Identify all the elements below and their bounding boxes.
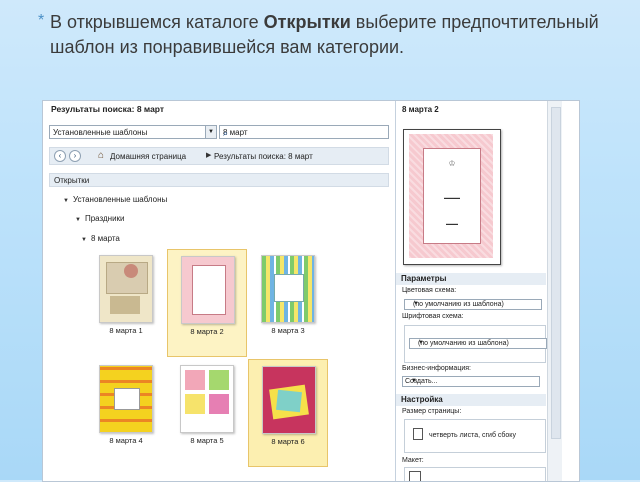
layout-icon bbox=[409, 471, 421, 481]
template-large-preview: ♔ ▬▬▬▬ ▬▬▬ bbox=[403, 129, 501, 265]
page-size-option[interactable]: четверть листа, сгиб сбоку bbox=[404, 419, 546, 453]
crown-icon: ♔ bbox=[448, 159, 456, 168]
slide-bullet: * В открывшемся каталоге Открытки выбери… bbox=[38, 10, 610, 60]
publisher-screenshot: Результаты поиска: 8 март Установленные … bbox=[42, 100, 580, 482]
template-caption-5: 8 марта 5 bbox=[190, 436, 224, 445]
template-thumb-3[interactable]: 8 марта 3 bbox=[248, 249, 328, 357]
search-icon[interactable]: ⌕ bbox=[223, 128, 386, 139]
breadcrumb-separator-icon: ▶ bbox=[206, 152, 212, 159]
scrollbar-thumb[interactable] bbox=[551, 107, 561, 439]
chevron-down-icon: ▼ bbox=[411, 378, 417, 384]
business-info-select[interactable]: Создать... ▼ bbox=[402, 376, 540, 387]
template-thumb-5[interactable]: 8 марта 5 bbox=[167, 359, 247, 467]
template-caption-4: 8 марта 4 bbox=[109, 436, 143, 445]
chevron-down-icon[interactable]: ▼ bbox=[205, 126, 216, 138]
color-scheme-label: Цветовая схема: bbox=[402, 287, 457, 294]
breadcrumb-results: Результаты поиска: 8 март bbox=[214, 152, 313, 161]
tree-expand-icon: ▼ bbox=[81, 237, 87, 243]
page-size-value: четверть листа, сгиб сбоку bbox=[429, 432, 516, 439]
template-thumb-1[interactable]: 8 марта 1 bbox=[86, 249, 166, 357]
tree-expand-icon: ▼ bbox=[75, 217, 81, 223]
template-caption-2: 8 марта 2 bbox=[190, 327, 224, 336]
category-bar[interactable]: Открытки bbox=[49, 173, 389, 187]
template-preview-6 bbox=[262, 366, 316, 434]
font-scheme-box: (по умолчанию из шаблона) ▼ bbox=[404, 325, 547, 363]
results-title: Результаты поиска: 8 март bbox=[51, 104, 165, 114]
navigation-bar: ‹ › ⌂ Домашняя страница ▶ Результаты пои… bbox=[49, 147, 389, 165]
template-thumb-4[interactable]: 8 марта 4 bbox=[86, 359, 166, 467]
back-button[interactable]: ‹ bbox=[54, 150, 66, 162]
font-scheme-label: Шрифтовая схема: bbox=[402, 313, 464, 320]
template-preview-5 bbox=[180, 365, 234, 433]
breadcrumb-home[interactable]: Домашняя страница bbox=[110, 152, 186, 161]
layout-label: Макет: bbox=[402, 457, 424, 464]
chevron-down-icon: ▼ bbox=[413, 301, 419, 307]
template-thumb-2[interactable]: 8 марта 2 bbox=[167, 249, 247, 357]
page-icon bbox=[413, 428, 423, 440]
search-input[interactable]: 8 март ⌕ bbox=[219, 125, 389, 139]
templates-combo[interactable]: Установленные шаблоны ▼ bbox=[49, 125, 217, 139]
settings-header: Настройка bbox=[396, 394, 546, 406]
page-size-label: Размер страницы: bbox=[402, 408, 462, 415]
tree-expand-icon: ▼ bbox=[63, 198, 69, 204]
chevron-down-icon: ▼ bbox=[418, 340, 424, 346]
bullet-star-icon: * bbox=[38, 12, 45, 29]
template-caption-6: 8 марта 6 bbox=[271, 437, 305, 446]
template-caption-3: 8 марта 3 bbox=[271, 326, 305, 335]
tree-item-holidays[interactable]: ▼ Праздники bbox=[75, 214, 125, 223]
tree-item-installed[interactable]: ▼ Установленные шаблоны bbox=[63, 195, 167, 204]
category-bar-label: Открытки bbox=[54, 176, 90, 185]
tree-item-march8[interactable]: ▼ 8 марта bbox=[81, 234, 120, 243]
template-preview-3 bbox=[261, 255, 315, 323]
catalog-pane: Результаты поиска: 8 март Установленные … bbox=[43, 101, 391, 481]
scrollbar[interactable] bbox=[547, 101, 562, 481]
template-thumb-6[interactable]: 8 марта 6 bbox=[248, 359, 328, 467]
bullet-text-bold: Открытки bbox=[263, 12, 351, 32]
params-header: Параметры bbox=[396, 273, 546, 285]
business-info-label: Бизнес-информация: bbox=[402, 365, 471, 372]
preview-title: 8 марта 2 bbox=[402, 105, 439, 114]
bullet-text-part1: В открывшемся каталоге bbox=[50, 12, 264, 32]
details-pane: 8 марта 2 ♔ ▬▬▬▬ ▬▬▬ Параметры Цветовая … bbox=[395, 101, 548, 481]
template-preview-2 bbox=[181, 256, 235, 324]
color-scheme-select[interactable]: (по умолчанию из шаблона) ▼ bbox=[404, 299, 542, 310]
templates-combo-value: Установленные шаблоны bbox=[53, 128, 148, 137]
home-icon[interactable]: ⌂ bbox=[98, 150, 104, 161]
forward-button[interactable]: › bbox=[69, 150, 81, 162]
template-preview-4 bbox=[99, 365, 153, 433]
template-caption-1: 8 марта 1 bbox=[109, 326, 143, 335]
template-preview-1 bbox=[99, 255, 153, 323]
font-scheme-select[interactable]: (по умолчанию из шаблона) ▼ bbox=[409, 338, 547, 349]
